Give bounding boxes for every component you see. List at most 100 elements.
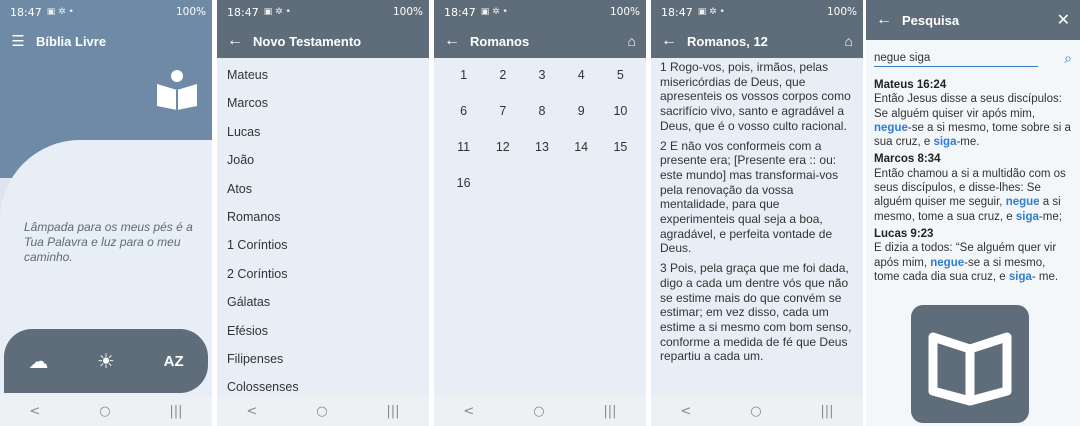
- nav-recents-icon[interactable]: |||: [820, 404, 833, 419]
- book-item[interactable]: João: [227, 143, 429, 171]
- nav-home-icon[interactable]: ○: [99, 404, 110, 419]
- status-time: 18:47: [10, 5, 42, 19]
- status-bar: 18:47 ▣ ✲ • 100%: [217, 0, 429, 24]
- verse-paragraph[interactable]: 1 Rogo-vos, pois, irmãos, pelas misericó…: [660, 60, 855, 134]
- book-item[interactable]: Mateus: [227, 58, 429, 86]
- system-nav-bar: < ○ |||: [0, 396, 212, 426]
- search-row: negue siga ⌕: [874, 46, 1072, 70]
- nav-recents-icon[interactable]: |||: [169, 404, 182, 419]
- nav-recents-icon[interactable]: |||: [386, 404, 399, 419]
- app-title: Bíblia Livre: [36, 33, 107, 49]
- book-item[interactable]: Colossenses: [227, 370, 429, 396]
- chapter-number[interactable]: 14: [562, 140, 601, 158]
- book-item[interactable]: Marcos: [227, 86, 429, 114]
- book-item[interactable]: Romanos: [227, 200, 429, 228]
- result-text: Então chamou a si a multidão com os seus…: [874, 167, 1066, 223]
- book-logo-icon: [911, 305, 1029, 423]
- app-bar: ← Pesquisa ✕: [866, 0, 1080, 40]
- action-bar: ☁ ☀ AZ: [4, 329, 208, 393]
- nav-back-icon[interactable]: <: [463, 404, 474, 419]
- book-item[interactable]: Atos: [227, 172, 429, 200]
- status-bar: 18:47 ▣ ✲ • 100%: [434, 0, 646, 24]
- chapter-number[interactable]: 9: [562, 104, 601, 122]
- chapter-number[interactable]: 6: [444, 104, 483, 122]
- chapter-number[interactable]: 5: [601, 68, 640, 86]
- book-item[interactable]: Efésios: [227, 314, 429, 342]
- home-icon[interactable]: ⌂: [628, 33, 636, 49]
- back-arrow-icon[interactable]: ←: [866, 11, 902, 29]
- book-item[interactable]: 2 Coríntios: [227, 257, 429, 285]
- chapter-text: 1 Rogo-vos, pois, irmãos, pelas misericó…: [660, 60, 855, 396]
- system-nav-bar: < ○ |||: [651, 396, 863, 426]
- nav-back-icon[interactable]: <: [246, 404, 257, 419]
- book-item[interactable]: Lucas: [227, 115, 429, 143]
- nav-home-icon[interactable]: ○: [750, 404, 761, 419]
- nav-back-icon[interactable]: <: [29, 404, 40, 419]
- chapter-number[interactable]: 1: [444, 68, 483, 86]
- screen-title: Romanos: [470, 33, 530, 49]
- nav-recents-icon[interactable]: |||: [603, 404, 616, 419]
- home-icon[interactable]: ⌂: [845, 33, 853, 49]
- status-time: 18:47: [444, 5, 476, 19]
- notification-icons: ▣ ✲ •: [263, 7, 291, 17]
- verse-paragraph[interactable]: 2 E não vos conformeis com a presente er…: [660, 139, 855, 257]
- status-battery: 100%: [826, 6, 857, 18]
- notification-icons: ▣ ✲ •: [46, 7, 74, 17]
- search-result[interactable]: Mateus 16:24 Então Jesus disse a seus di…: [874, 78, 1074, 149]
- result-text: E dizia a todos: “Se alguém quer vir apó…: [874, 242, 1059, 283]
- menu-icon[interactable]: ☰: [0, 32, 36, 50]
- app-bar: ← Romanos ⌂: [434, 24, 646, 58]
- back-arrow-icon[interactable]: ←: [434, 32, 470, 50]
- search-screen: ← Pesquisa ✕ negue siga ⌕ Mateus 16:24 E…: [866, 0, 1080, 426]
- home-screen: 18:47 ▣ ✲ • 100% ☰ Bíblia Livre Lâmpada …: [0, 0, 212, 426]
- status-battery: 100%: [609, 6, 640, 18]
- book-list: Mateus Marcos Lucas João Atos Romanos 1 …: [217, 58, 429, 396]
- chapter-number[interactable]: 13: [522, 140, 561, 158]
- brightness-icon[interactable]: ☀: [97, 349, 115, 374]
- sort-az-icon[interactable]: AZ: [164, 353, 184, 370]
- search-result[interactable]: Lucas 9:23 E dizia a todos: “Se alguém q…: [874, 227, 1074, 284]
- search-icon[interactable]: ⌕: [1064, 50, 1072, 67]
- result-text: Então Jesus disse a seus discípulos: Se …: [874, 93, 1071, 149]
- app-bar: ← Romanos, 12 ⌂: [651, 24, 863, 58]
- reading-person-icon: [154, 66, 200, 112]
- chapters-screen: 18:47 ▣ ✲ • 100% ← Romanos ⌂ 1 2 3 4 5 6…: [434, 0, 646, 426]
- nav-home-icon[interactable]: ○: [533, 404, 544, 419]
- notification-icons: ▣ ✲ •: [697, 7, 725, 17]
- book-item[interactable]: Filipenses: [227, 342, 429, 370]
- result-reference: Lucas 9:23: [874, 227, 934, 240]
- chapter-number[interactable]: 16: [444, 176, 483, 194]
- search-input[interactable]: negue siga: [874, 50, 1038, 67]
- verse-paragraph[interactable]: 3 Pois, pela graça que me foi dada, digo…: [660, 261, 855, 364]
- app-bar: ← Novo Testamento: [217, 24, 429, 58]
- nav-back-icon[interactable]: <: [680, 404, 691, 419]
- chapter-number[interactable]: 7: [483, 104, 522, 122]
- result-reference: Mateus 16:24: [874, 79, 947, 91]
- system-nav-bar: < ○ |||: [217, 396, 429, 426]
- verse-of-day: Lâmpada para os meus pés é a Tua Palavra…: [24, 220, 193, 264]
- status-bar: 18:47 ▣ ✲ • 100%: [0, 0, 212, 24]
- cloud-icon[interactable]: ☁: [28, 349, 48, 374]
- back-arrow-icon[interactable]: ←: [651, 32, 687, 50]
- chapter-number[interactable]: 4: [562, 68, 601, 86]
- status-bar: 18:47 ▣ ✲ • 100%: [651, 0, 863, 24]
- chapter-grid: 1 2 3 4 5 6 7 8 9 10 11 12 13 14 15 16: [444, 60, 640, 194]
- chapter-number[interactable]: 3: [522, 68, 561, 86]
- chapter-number[interactable]: 2: [483, 68, 522, 86]
- chapter-number[interactable]: 10: [601, 104, 640, 122]
- chapter-number[interactable]: 12: [483, 140, 522, 158]
- back-arrow-icon[interactable]: ←: [217, 32, 253, 50]
- chapter-number[interactable]: 8: [522, 104, 561, 122]
- close-icon[interactable]: ✕: [1057, 10, 1070, 30]
- screen-title: Novo Testamento: [253, 33, 362, 49]
- status-time: 18:47: [661, 5, 693, 19]
- book-item[interactable]: Gálatas: [227, 285, 429, 313]
- chapter-number[interactable]: 15: [601, 140, 640, 158]
- notification-icons: ▣ ✲ •: [480, 7, 508, 17]
- search-result[interactable]: Marcos 8:34 Então chamou a si a multidão…: [874, 152, 1074, 223]
- system-nav-bar: < ○ |||: [434, 396, 646, 426]
- screen-title: Pesquisa: [902, 12, 960, 28]
- nav-home-icon[interactable]: ○: [316, 404, 327, 419]
- book-item[interactable]: 1 Coríntios: [227, 228, 429, 256]
- chapter-number[interactable]: 11: [444, 140, 483, 158]
